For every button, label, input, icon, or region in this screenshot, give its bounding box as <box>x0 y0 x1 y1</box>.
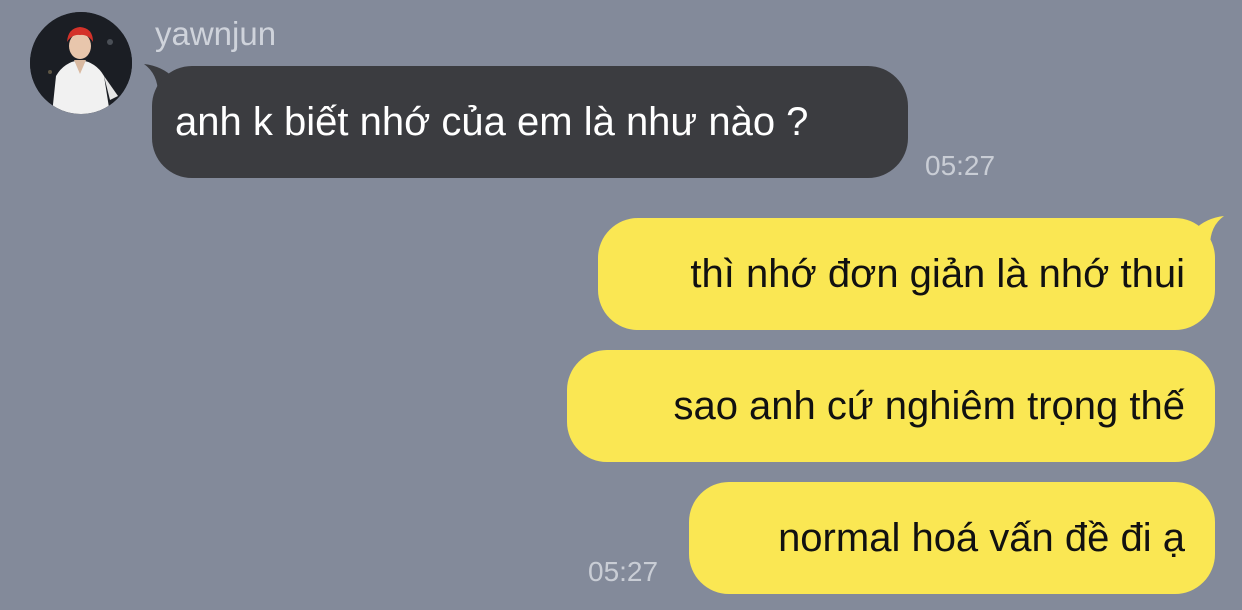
avatar[interactable] <box>30 12 132 114</box>
outgoing-message-bubble[interactable]: thì nhớ đơn giản là nhớ thui <box>598 218 1215 330</box>
incoming-message-bubble[interactable]: anh k biết nhớ của em là như nào ? <box>152 66 908 178</box>
outgoing-message-bubble[interactable]: normal hoá vấn đề đi ạ <box>689 482 1215 594</box>
outgoing-message-text: sao anh cứ nghiêm trọng thế <box>673 384 1185 428</box>
incoming-message-text: anh k biết nhớ của em là như nào ? <box>175 100 809 144</box>
profile-photo-icon <box>30 12 132 114</box>
outgoing-message-bubble[interactable]: sao anh cứ nghiêm trọng thế <box>567 350 1215 462</box>
incoming-timestamp: 05:27 <box>925 150 996 181</box>
outgoing-message-text: thì nhớ đơn giản là nhớ thui <box>690 252 1185 296</box>
sender-name: yawnjun <box>155 15 277 52</box>
outgoing-message-text: normal hoá vấn đề đi ạ <box>778 516 1185 560</box>
outgoing-timestamp: 05:27 <box>588 556 659 587</box>
